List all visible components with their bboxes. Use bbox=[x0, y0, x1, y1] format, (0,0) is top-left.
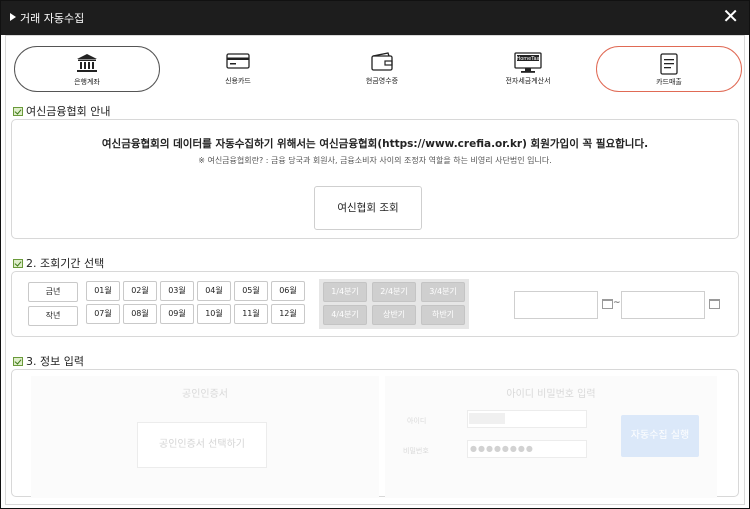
tab-cash-receipt[interactable]: 현금영수증 bbox=[312, 46, 452, 92]
month-04-button[interactable]: 04월 bbox=[197, 281, 231, 301]
second-half-button[interactable]: 하반기 bbox=[421, 305, 465, 325]
month-01-button[interactable]: 01월 bbox=[86, 281, 120, 301]
crefia-info-box: 여신금융협회의 데이터를 자동수집하기 위해서는 여신금융협회(https://… bbox=[11, 119, 739, 239]
run-auto-collect-button[interactable]: 자동수집 실행 bbox=[621, 415, 699, 457]
month-09-button[interactable]: 09월 bbox=[160, 304, 194, 324]
document-icon bbox=[660, 53, 678, 79]
hometax-text: HomeTax bbox=[516, 56, 539, 62]
quarter-4-button[interactable]: 4/4분기 bbox=[323, 305, 367, 325]
source-tabs: 은행계좌 신용카드 현금영수증 HomeTax 전자세금계산서 카드매출 bbox=[12, 42, 742, 94]
month-06-button[interactable]: 06월 bbox=[271, 281, 305, 301]
tab-e-tax-invoice[interactable]: HomeTax 전자세금계산서 bbox=[458, 46, 598, 92]
auto-collect-dialog: 거래 자동수집 ✕ 은행계좌 신용카드 현금영수증 HomeTax 전자세금계산… bbox=[0, 0, 750, 509]
tab-card-sales[interactable]: 카드매출 bbox=[596, 46, 742, 92]
tab-label: 전자세금계산서 bbox=[505, 77, 551, 85]
id-label: 아이디 bbox=[407, 417, 427, 425]
month-07-button[interactable]: 07월 bbox=[86, 304, 120, 324]
month-08-button[interactable]: 08월 bbox=[123, 304, 157, 324]
tab-label: 카드매출 bbox=[656, 78, 682, 86]
start-date-input[interactable] bbox=[514, 291, 598, 319]
month-11-button[interactable]: 11월 bbox=[234, 304, 268, 324]
quarter-3-button[interactable]: 3/4분기 bbox=[421, 282, 465, 302]
end-date-input[interactable] bbox=[621, 291, 705, 319]
tab-bank-account[interactable]: 은행계좌 bbox=[14, 46, 160, 92]
date-separator: ~ bbox=[613, 298, 621, 308]
tab-label: 현금영수증 bbox=[365, 77, 399, 85]
crefia-notice: 여신금융협회의 데이터를 자동수집하기 위해서는 여신금융협회(https://… bbox=[101, 138, 649, 150]
month-02-button[interactable]: 02월 bbox=[123, 281, 157, 301]
bank-icon bbox=[76, 53, 98, 77]
section3-title: 3. 정보 입력 bbox=[13, 353, 84, 369]
tab-label: 신용카드 bbox=[225, 77, 251, 85]
month-12-button[interactable]: 12월 bbox=[271, 304, 305, 324]
month-10-button[interactable]: 10월 bbox=[197, 304, 231, 324]
calendar-icon[interactable] bbox=[602, 299, 613, 309]
tab-credit-card[interactable]: 신용카드 bbox=[168, 46, 308, 92]
hometax-monitor-icon: HomeTax bbox=[514, 52, 542, 78]
month-03-button[interactable]: 03월 bbox=[160, 281, 194, 301]
password-input[interactable]: ●●●●●●●● bbox=[467, 440, 587, 458]
first-half-button[interactable]: 상반기 bbox=[372, 305, 416, 325]
wallet-icon bbox=[370, 52, 394, 76]
password-label: 비밀번호 bbox=[403, 447, 429, 455]
year-last-button[interactable]: 작년 bbox=[28, 306, 78, 326]
close-icon[interactable]: ✕ bbox=[722, 6, 739, 26]
certificate-panel: 공인인증서 공인인증서 선택하기 bbox=[31, 376, 379, 498]
dialog-title: 거래 자동수집 bbox=[20, 12, 85, 25]
check-icon bbox=[13, 357, 23, 366]
id-password-title: 아이디 비밀번호 입력 bbox=[506, 389, 596, 400]
check-icon bbox=[13, 107, 23, 116]
title-bar: 거래 자동수집 ✕ bbox=[1, 1, 749, 35]
quarter-1-button[interactable]: 1/4분기 bbox=[323, 282, 367, 302]
month-05-button[interactable]: 05월 bbox=[234, 281, 268, 301]
password-mask: ●●●●●●●● bbox=[470, 444, 534, 453]
credit-card-icon bbox=[226, 52, 250, 74]
certificate-title: 공인인증서 bbox=[182, 389, 228, 400]
crefia-lookup-button[interactable]: 여신협회 조회 bbox=[314, 186, 422, 230]
triangle-icon bbox=[10, 13, 16, 21]
tab-label: 은행계좌 bbox=[74, 78, 100, 86]
crefia-description: ※ 여신금융협회란? : 금융 당국과 회원사, 금융소비자 사이의 조정자 역… bbox=[198, 156, 552, 165]
year-this-button[interactable]: 금년 bbox=[28, 282, 78, 302]
check-icon bbox=[13, 259, 23, 268]
id-value-masked bbox=[469, 413, 505, 424]
select-certificate-button[interactable]: 공인인증서 선택하기 bbox=[137, 422, 267, 468]
section2-title: 2. 조회기간 선택 bbox=[13, 255, 104, 271]
calendar-icon[interactable] bbox=[709, 299, 720, 309]
quarter-2-button[interactable]: 2/4분기 bbox=[372, 282, 416, 302]
section1-title: 여신금융협회 안내 bbox=[13, 103, 110, 119]
